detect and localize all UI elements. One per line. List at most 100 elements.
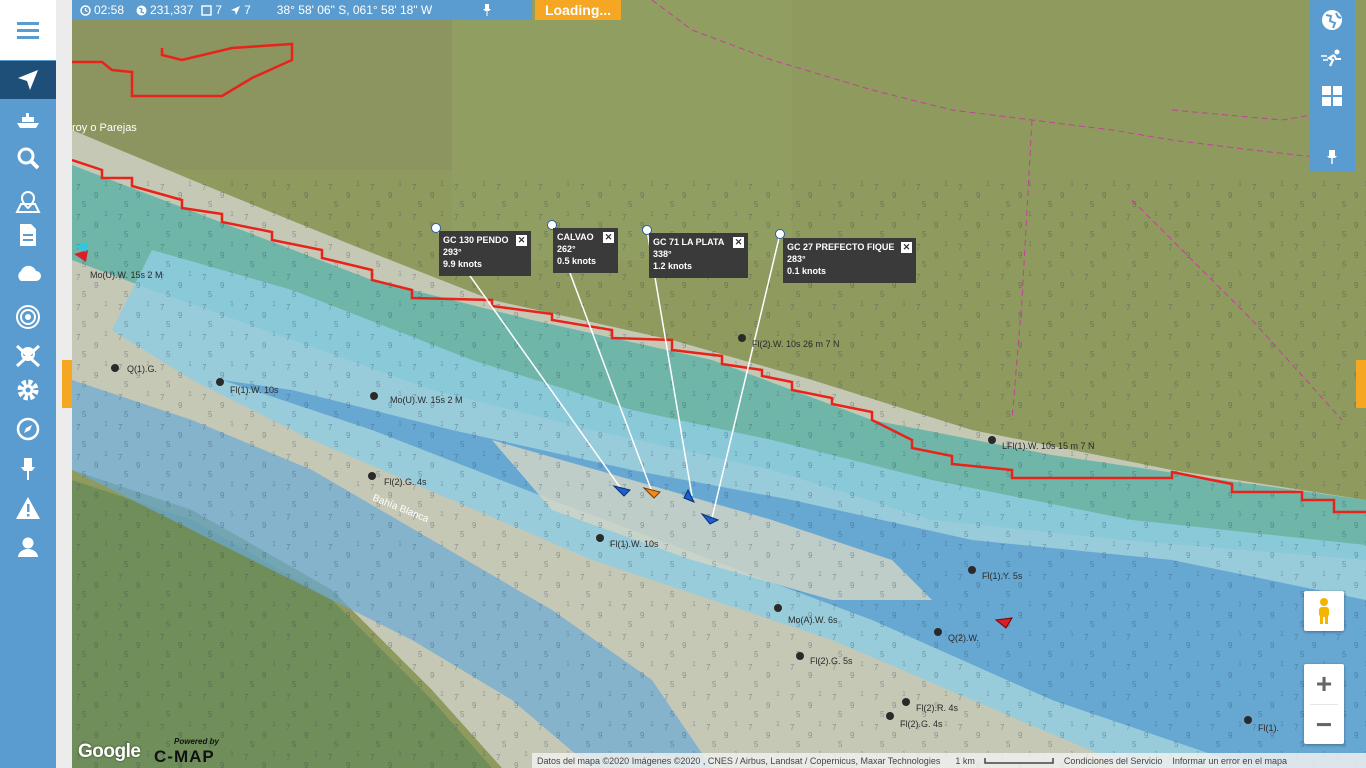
- vessel-heading: 262°: [557, 244, 576, 254]
- square-icon: [201, 4, 213, 16]
- vessel-label-gc130[interactable]: GC 130 PENDO 293° 9.9 knots ✕: [439, 231, 531, 276]
- pegman-icon: [1319, 598, 1329, 624]
- svg-text:Mo(U).W. 15s 2 M: Mo(U).W. 15s 2 M: [90, 270, 163, 280]
- vessel-count: 231,337: [150, 3, 194, 17]
- layers-globe-button[interactable]: [1309, 2, 1355, 38]
- scale-bar: 1 km: [945, 756, 1059, 766]
- vessel-speed: 0.5 knots: [557, 256, 597, 266]
- svg-text:Mo(A).W. 6s: Mo(A).W. 6s: [788, 615, 838, 625]
- sidebar-item-documents[interactable]: [0, 216, 56, 254]
- svg-text:Fl(2).G. 4s: Fl(2).G. 4s: [384, 477, 427, 487]
- navigation-arrow-icon: [231, 5, 241, 15]
- sidebar-item-pins[interactable]: [0, 450, 56, 488]
- sidebar-item-ships[interactable]: [0, 102, 56, 140]
- cursor-coordinates: 38° 58' 06" S, 061° 58' 18" W: [276, 3, 433, 17]
- hamburger-menu-icon: [17, 22, 39, 39]
- sidebar-item-danger[interactable]: [0, 337, 56, 375]
- pushpin-icon: [1327, 150, 1337, 164]
- zoom-out-button[interactable]: −: [1304, 705, 1344, 744]
- status-bar: 02:58 231,337 7 7 38° 58' 06" S, 061° 58…: [72, 0, 532, 20]
- svg-text:Q(1).G.: Q(1).G.: [127, 364, 157, 374]
- runner-icon: [1321, 49, 1341, 67]
- svg-text:LFl(1).W. 10s 15 m 7 N: LFl(1).W. 10s 15 m 7 N: [1002, 441, 1095, 451]
- pin-toolbar-button[interactable]: [482, 4, 492, 16]
- google-logo[interactable]: Google: [78, 741, 141, 763]
- close-icon[interactable]: ✕: [603, 232, 614, 243]
- clock-time: 02:58: [94, 3, 125, 17]
- cmap-text: C-MAP: [154, 747, 215, 766]
- left-panel-toggle[interactable]: [62, 360, 72, 408]
- svg-text:Fl(1).W. 10s: Fl(1).W. 10s: [610, 539, 659, 549]
- gear-icon: [17, 379, 39, 401]
- street-view-button[interactable]: [1304, 591, 1344, 631]
- pin-panel-button[interactable]: [1309, 142, 1355, 172]
- grid-view-button[interactable]: [1309, 78, 1355, 114]
- document-icon: [20, 224, 36, 246]
- ship-icon: [17, 113, 39, 128]
- right-panel-toggle[interactable]: [1356, 360, 1366, 408]
- compass-icon: [16, 417, 40, 441]
- vessel-heading: 338°: [653, 249, 672, 259]
- svg-text:Fl(2).W. 10s 26 m 7 N: Fl(2).W. 10s 26 m 7 N: [752, 339, 840, 349]
- vessel-name: GC 71 LA PLATA: [653, 237, 725, 247]
- loading-indicator: Loading...: [535, 0, 621, 20]
- sidebar-item-weather[interactable]: [0, 254, 56, 292]
- sidebar-item-account[interactable]: [0, 528, 56, 566]
- search-icon: [17, 147, 40, 170]
- sidebar-item-radar[interactable]: [0, 298, 56, 336]
- skull-icon: [15, 344, 41, 368]
- svg-text:Mo(U).W. 15s 2 M: Mo(U).W. 15s 2 M: [390, 395, 463, 405]
- left-sidebar: [0, 0, 56, 768]
- vessel-label-calvao[interactable]: CALVAO 262° 0.5 knots ✕: [553, 228, 618, 273]
- vessel-speed: 1.2 knots: [653, 261, 693, 271]
- zoom-in-button[interactable]: +: [1304, 664, 1344, 704]
- map-pin-icon: [15, 190, 41, 213]
- close-icon[interactable]: ✕: [901, 242, 912, 253]
- cloud-icon: [18, 265, 41, 281]
- sidebar-item-search[interactable]: [0, 139, 56, 177]
- cmap-logo[interactable]: Powered by C-MAP: [154, 737, 224, 767]
- clock-icon: [80, 4, 91, 16]
- warning-icon: [16, 497, 40, 519]
- zoom-control: + −: [1304, 664, 1344, 744]
- user-icon: [18, 537, 38, 557]
- sidebar-item-navigation[interactable]: [0, 61, 56, 99]
- close-icon[interactable]: ✕: [516, 235, 527, 246]
- hamburger-menu-button[interactable]: [0, 0, 56, 60]
- scale-line: [984, 757, 1054, 764]
- svg-text:Fl(2).G. 5s: Fl(2).G. 5s: [810, 656, 853, 666]
- map-canvas[interactable]: 7 9 5 1: [72, 0, 1366, 768]
- globe-icon: [1322, 10, 1342, 30]
- vessel-name: GC 27 PREFECTO FIQUE: [787, 242, 895, 252]
- sidebar-item-settings[interactable]: [0, 371, 56, 409]
- vessel-label-gc71[interactable]: GC 71 LA PLATA 338° 1.2 knots ✕: [649, 233, 748, 278]
- pushpin-icon: [21, 458, 35, 480]
- land-patch: [72, 0, 452, 170]
- right-toolbar: [1309, 0, 1355, 172]
- vessel-label-gc27[interactable]: GC 27 PREFECTO FIQUE 283° 0.1 knots ✕: [783, 238, 916, 283]
- svg-text:Fl(2).G. 4s: Fl(2).G. 4s: [900, 719, 943, 729]
- sidebar-item-alerts[interactable]: [0, 489, 56, 527]
- vessel-heading: 283°: [787, 254, 806, 264]
- report-error-link[interactable]: Informar un error en el mapa: [1167, 756, 1292, 766]
- track-button[interactable]: [1309, 40, 1355, 76]
- scale-label: 1 km: [955, 755, 975, 766]
- svg-text:Fl(1).W. 10s: Fl(1).W. 10s: [230, 385, 279, 395]
- grid-icon: [1322, 86, 1342, 106]
- globe-icon: [136, 5, 147, 15]
- close-icon[interactable]: ✕: [733, 237, 744, 248]
- place-label: roy o Parejas: [72, 122, 137, 134]
- svg-text:Fl(2).R. 4s: Fl(2).R. 4s: [916, 703, 959, 713]
- stat-a: 7: [215, 3, 223, 17]
- pushpin-icon: [483, 4, 492, 16]
- vessel-speed: 9.9 knots: [443, 259, 483, 269]
- radar-icon: [16, 305, 40, 329]
- svg-text:Fl(1).: Fl(1).: [1258, 723, 1279, 733]
- nautical-map[interactable]: 7 9 5 1: [72, 0, 1366, 768]
- terms-link[interactable]: Condiciones del Servicio: [1059, 756, 1168, 766]
- sidebar-item-compass[interactable]: [0, 410, 56, 448]
- svg-text:Fl(1).Y. 5s: Fl(1).Y. 5s: [982, 571, 1023, 581]
- stat-b: 7: [244, 3, 251, 17]
- powered-by-text: Powered by: [174, 737, 219, 746]
- attribution-bar: Datos del mapa ©2020 Imágenes ©2020 , CN…: [532, 753, 1366, 768]
